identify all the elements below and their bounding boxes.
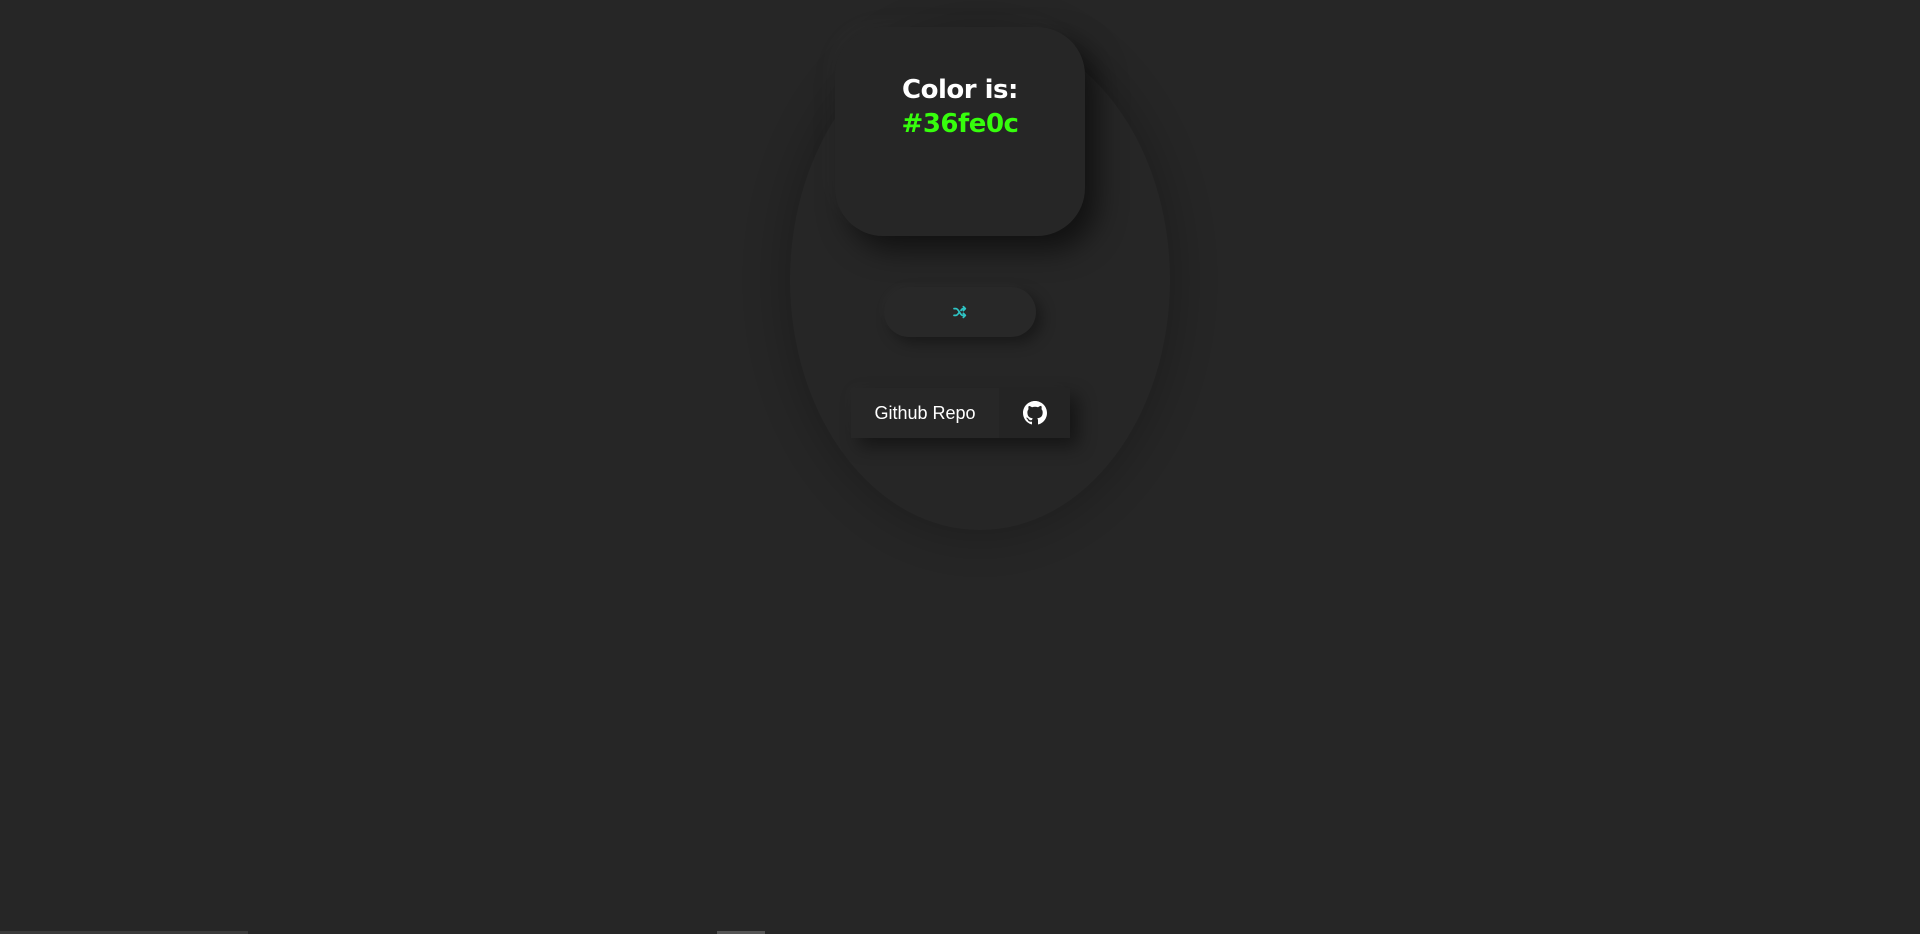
color-value: #36fe0c	[901, 109, 1019, 139]
page: Color is: #36fe0c Github Repo	[0, 0, 1920, 934]
color-label: Color is:	[902, 75, 1018, 105]
shuffle-button[interactable]	[884, 287, 1036, 337]
github-repo-label: Github Repo	[851, 388, 999, 438]
color-card: Color is: #36fe0c	[835, 27, 1085, 236]
github-repo-button[interactable]: Github Repo	[851, 388, 1070, 438]
github-icon-box	[999, 388, 1070, 438]
shuffle-icon	[952, 304, 968, 320]
github-icon	[1022, 401, 1047, 425]
